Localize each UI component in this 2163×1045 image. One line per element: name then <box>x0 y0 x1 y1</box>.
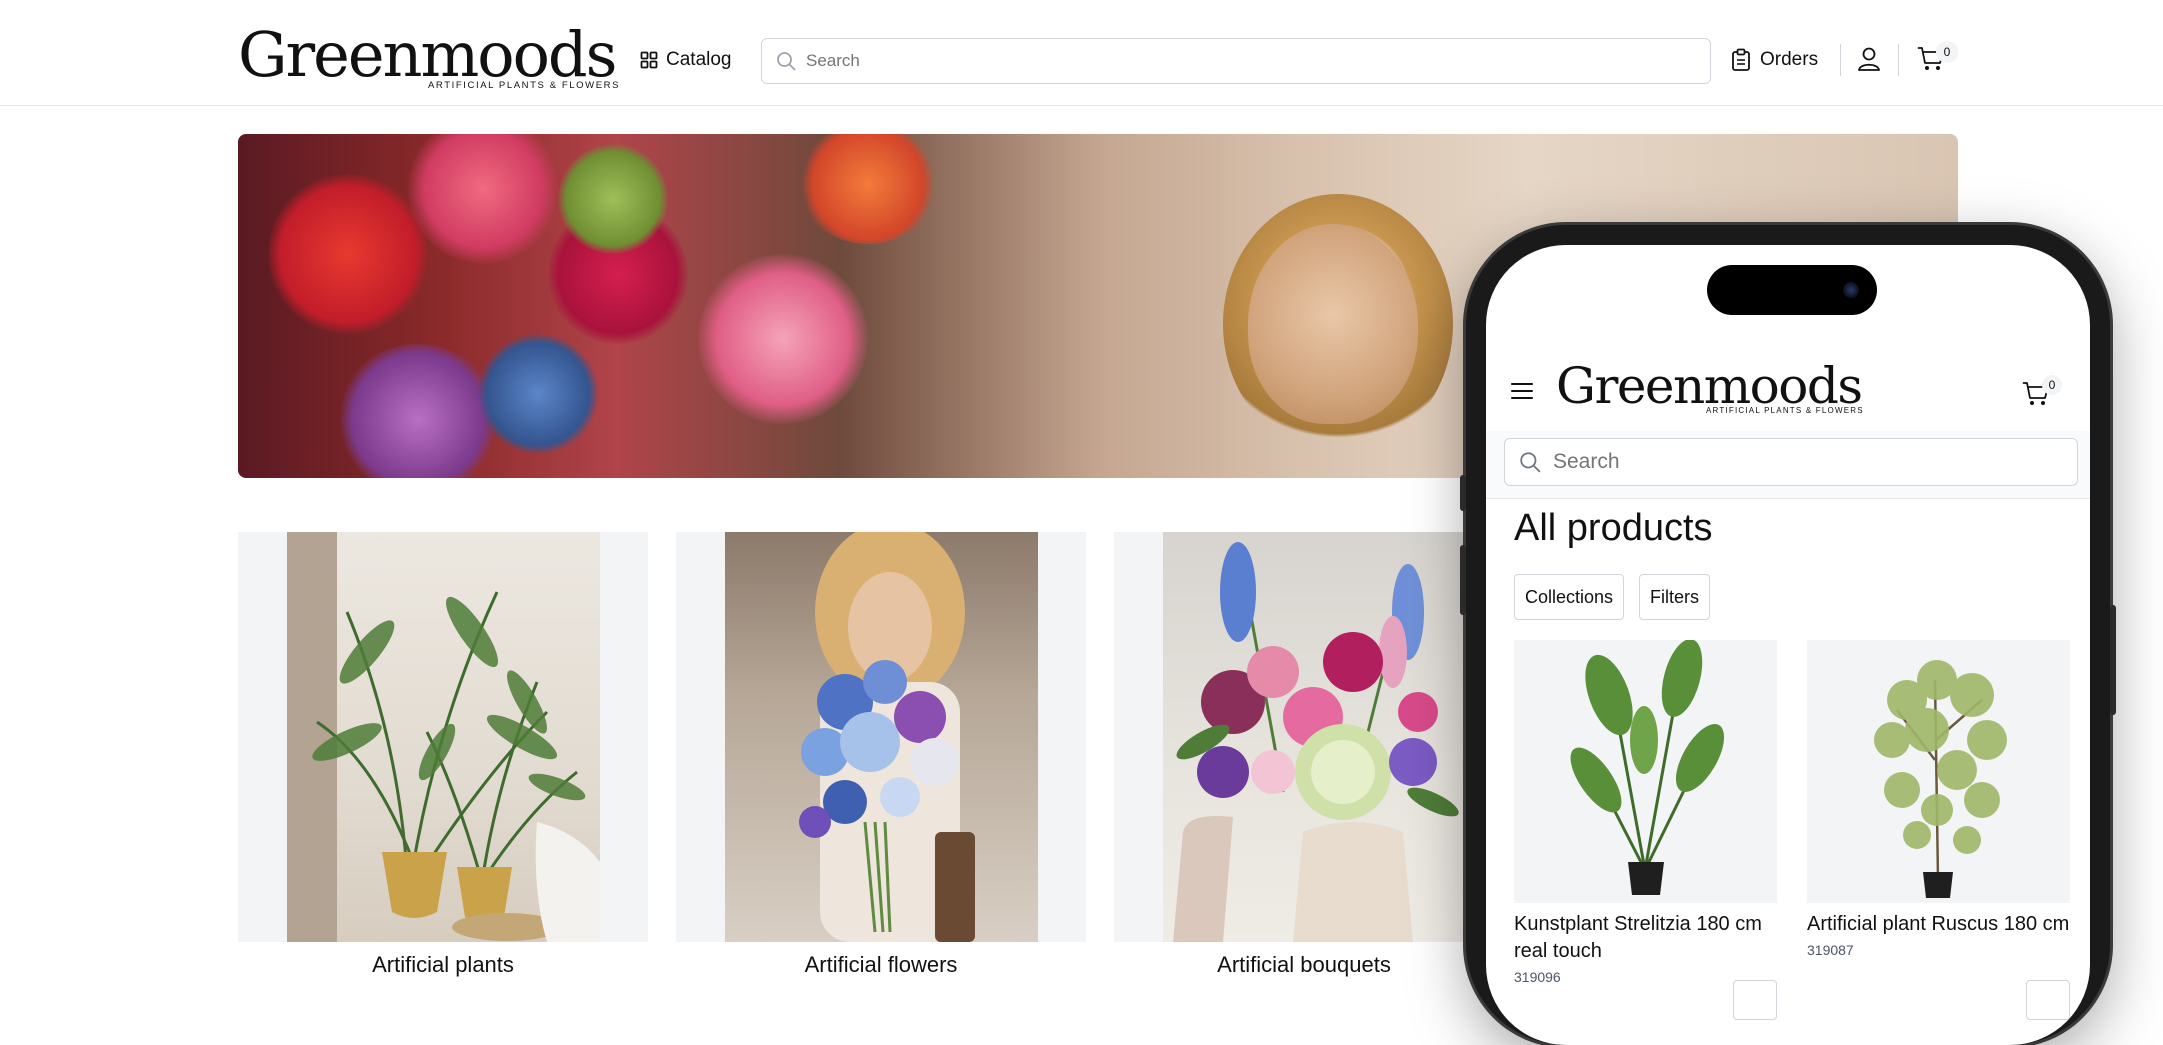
search-input[interactable] <box>806 51 1666 71</box>
product-card[interactable]: Kunstplant Strelitzia 180 cm real touch … <box>1514 640 1777 1020</box>
logo-wordmark: Greenmoods <box>238 18 617 91</box>
product-photo <box>1570 640 1725 895</box>
flower-decoration <box>478 334 598 454</box>
filters-button[interactable]: Filters <box>1639 574 1710 620</box>
product-name: Artificial plant Ruscus 180 cm <box>1807 913 2070 935</box>
category-label: Artificial flowers <box>804 952 958 977</box>
mobile-brand-logo[interactable]: Greenmoods ARTIFICIAL PLANTS & FLOWERS <box>1556 357 1863 421</box>
search-bar[interactable] <box>761 38 1711 84</box>
divider <box>1898 44 1899 76</box>
flower-decoration <box>338 344 498 478</box>
bouquet-illustration <box>1173 542 1459 942</box>
clipboard-icon <box>1732 48 1750 71</box>
bouquet-illustration <box>799 532 975 942</box>
search-icon <box>777 52 796 71</box>
menu-button[interactable] <box>1510 381 1534 406</box>
flower-decoration <box>408 134 558 264</box>
product-image <box>1514 640 1777 903</box>
phone-side-button <box>1460 545 1466 615</box>
category-label: Artificial bouquets <box>1217 952 1391 977</box>
phone-side-button <box>2110 605 2116 715</box>
add-to-cart-button[interactable] <box>1733 980 1777 1020</box>
product-name: Kunstplant Strelitzia 180 cm real touch <box>1514 913 1762 962</box>
divider <box>1840 44 1841 76</box>
page-title: All products <box>1514 507 1713 549</box>
product-image <box>1807 640 2070 903</box>
category-image <box>676 532 1086 942</box>
account-button[interactable] <box>1857 46 1881 77</box>
search-icon <box>1520 452 1541 473</box>
flower-decoration <box>698 254 868 424</box>
orders-link[interactable]: Orders <box>1731 46 1818 74</box>
user-icon <box>1858 47 1880 71</box>
camera-icon <box>1843 282 1859 298</box>
mobile-header: Greenmoods ARTIFICIAL PLANTS & FLOWERS 0 <box>1486 357 2090 425</box>
logo-tagline: ARTIFICIAL PLANTS & FLOWERS <box>1706 406 1864 415</box>
catalog-button[interactable]: Catalog <box>640 46 732 74</box>
mobile-search-bar[interactable] <box>1504 438 2078 486</box>
product-card[interactable]: Artificial plant Ruscus 180 cm 319087 <box>1807 640 2070 1020</box>
category-image <box>238 532 648 942</box>
category-card-artificial-plants[interactable]: Artificial plants <box>238 532 648 978</box>
category-card-artificial-flowers[interactable]: Artificial flowers <box>676 532 1086 978</box>
logo-wordmark: Greenmoods <box>1556 357 1863 415</box>
flower-decoration <box>798 134 938 244</box>
dynamic-island <box>1707 265 1877 315</box>
flower-decoration <box>558 144 668 254</box>
mobile-search-input[interactable] <box>1553 450 2053 474</box>
orders-label: Orders <box>1760 49 1819 70</box>
grid-icon <box>640 51 658 69</box>
category-card-artificial-bouquets[interactable]: Artificial bouquets <box>1114 532 1494 978</box>
category-image <box>1114 532 1494 942</box>
plant-illustration <box>287 532 600 942</box>
product-photo <box>1874 660 2007 898</box>
mobile-search-area <box>1486 431 2090 499</box>
add-to-cart-button[interactable] <box>2026 980 2070 1020</box>
cart-count-badge: 0 <box>1936 41 1958 63</box>
brand-logo[interactable]: Greenmoods ARTIFICIAL PLANTS & FLOWERS <box>238 18 618 96</box>
flower-decoration <box>268 174 428 334</box>
hamburger-icon <box>1511 383 1533 399</box>
phone-side-button <box>1460 475 1466 511</box>
catalog-label: Catalog <box>666 49 732 70</box>
category-label: Artificial plants <box>372 952 514 977</box>
product-sku: 319087 <box>1807 942 1854 958</box>
phone-screen: Greenmoods ARTIFICIAL PLANTS & FLOWERS 0… <box>1486 245 2090 1045</box>
logo-tagline: ARTIFICIAL PLANTS & FLOWERS <box>428 80 621 91</box>
phone-mockup: Greenmoods ARTIFICIAL PLANTS & FLOWERS 0… <box>1460 225 2116 1045</box>
hero-model <box>1248 224 1418 424</box>
cart-count-badge: 0 <box>2042 375 2062 395</box>
site-header: Greenmoods ARTIFICIAL PLANTS & FLOWERS C… <box>0 0 2163 106</box>
collections-button[interactable]: Collections <box>1514 574 1625 620</box>
